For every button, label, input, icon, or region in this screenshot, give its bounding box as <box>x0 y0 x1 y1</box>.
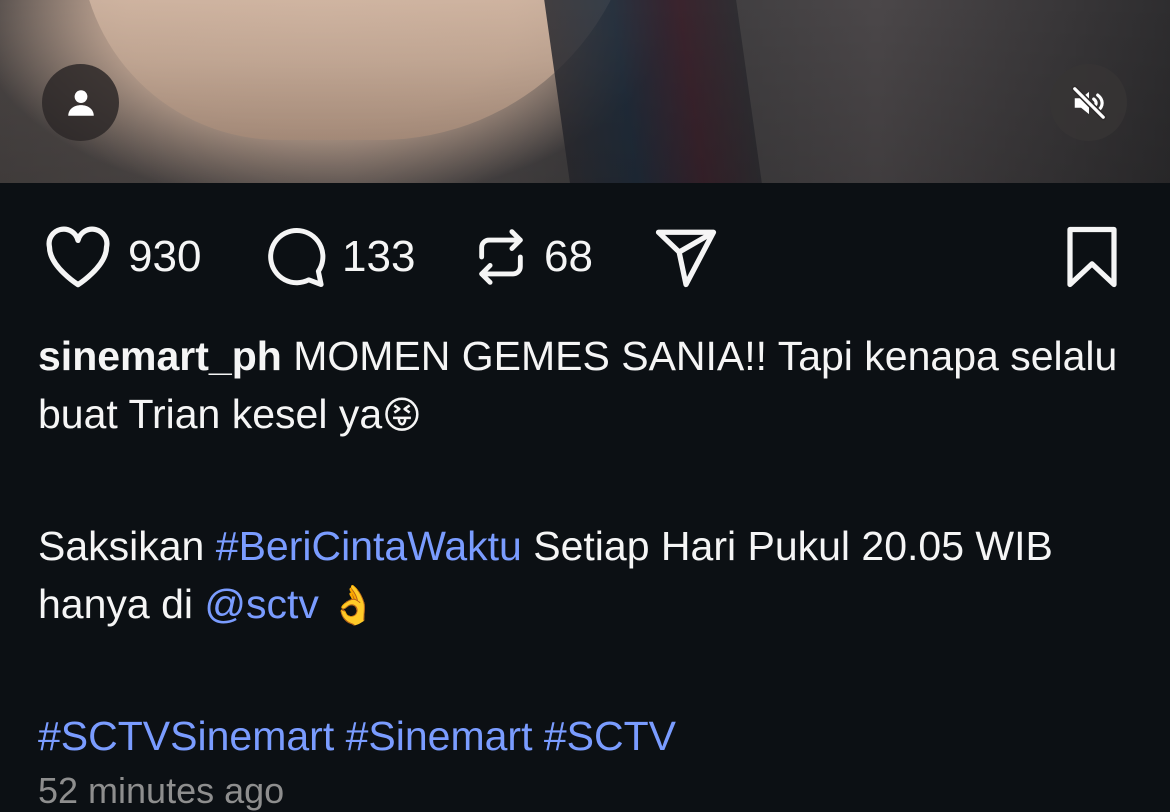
repost-count: 68 <box>544 232 593 281</box>
ok-hand-emoji: 👌 <box>318 585 377 627</box>
repost-icon <box>479 229 523 285</box>
caption-second-paragraph: Saksikan #BeriCintaWaktu Setiap Hari Puk… <box>38 517 1138 635</box>
mention-sctv[interactable]: @sctv <box>204 581 319 627</box>
send-icon <box>655 229 717 288</box>
heart-icon <box>46 226 110 288</box>
video-player[interactable] <box>0 0 1170 183</box>
tagged-users-button[interactable] <box>42 64 119 141</box>
mute-toggle-button[interactable] <box>1050 64 1127 141</box>
comment-button[interactable]: 133 <box>262 222 415 292</box>
like-button[interactable]: 930 <box>42 222 201 292</box>
post-username[interactable]: sinemart_ph <box>38 333 282 379</box>
mute-icon <box>1071 85 1106 120</box>
comment-count: 133 <box>342 232 416 281</box>
like-count: 930 <box>128 232 202 281</box>
caption-hashtags[interactable]: #SCTVSinemart #Sinemart #SCTV <box>38 707 1138 765</box>
bookmark-icon <box>1067 226 1117 288</box>
comment-icon <box>268 228 326 287</box>
caption-watch-text: Saksikan <box>38 523 216 569</box>
squinting-tongue-emoji: 😝 <box>382 395 422 437</box>
hashtag-bericintawaktu[interactable]: #BeriCintaWaktu <box>216 523 522 569</box>
post-actions-bar: 930 133 68 <box>0 222 1170 292</box>
caption-first-paragraph: sinemart_ph MOMEN GEMES SANIA!! Tapi ken… <box>38 327 1138 445</box>
repost-button[interactable]: 68 <box>472 222 593 292</box>
share-button[interactable] <box>652 222 720 292</box>
save-button[interactable] <box>1062 222 1122 292</box>
user-icon <box>67 89 94 116</box>
post-caption: sinemart_ph MOMEN GEMES SANIA!! Tapi ken… <box>38 327 1138 765</box>
